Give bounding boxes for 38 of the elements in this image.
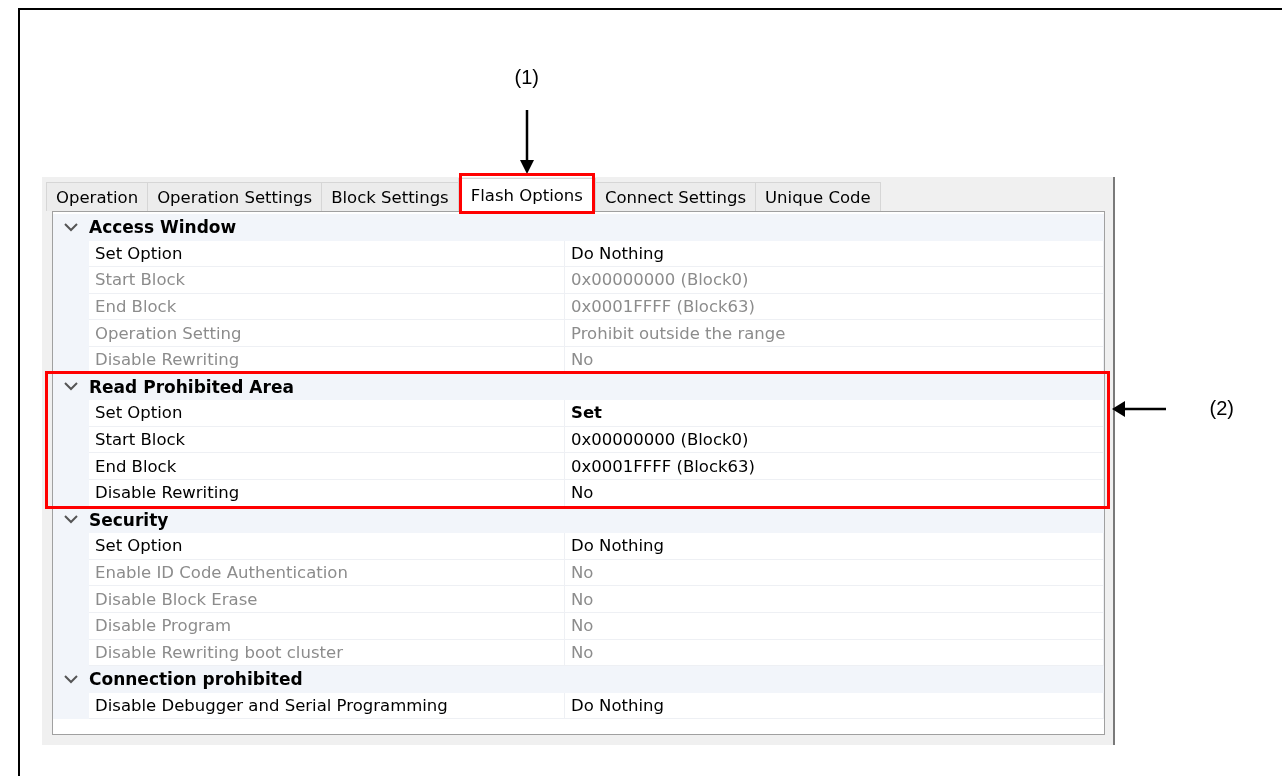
property-name: Disable Rewriting (89, 479, 565, 507)
property-value[interactable]: No (565, 479, 1104, 507)
property-name: End Block (89, 293, 565, 321)
property-name: End Block (89, 453, 565, 480)
left-arrow (1112, 400, 1166, 417)
tab[interactable]: Block Settings (321, 182, 459, 211)
property-name: Set Option (89, 400, 565, 427)
property-name: Set Option (89, 533, 565, 560)
chevron-down-icon[interactable] (64, 222, 78, 232)
section-title: Connection prohibited (89, 669, 303, 690)
chevron-down-icon[interactable] (64, 674, 78, 684)
property-name: Set Option (89, 240, 565, 268)
chevron-down-icon[interactable] (64, 382, 78, 392)
down-arrow (519, 110, 534, 174)
callout-label: (2) (1209, 396, 1234, 420)
property-name: Disable Program (89, 612, 565, 640)
property-name: Disable Debugger and Serial Programming (89, 692, 565, 720)
tab[interactable]: Connect Settings (594, 182, 757, 211)
property-name: Disable Rewriting boot cluster (89, 639, 565, 667)
property-name: Disable Block Erase (89, 586, 565, 613)
property-value[interactable]: Do Nothing (565, 240, 1104, 268)
property-value[interactable]: Do Nothing (565, 533, 1104, 560)
property-value[interactable]: Set (565, 400, 1104, 427)
property-name: Operation Setting (89, 320, 565, 347)
section-title: Read Prohibited Area (89, 376, 294, 397)
property-value[interactable]: Do Nothing (565, 692, 1104, 720)
property-name: Enable ID Code Authentication (89, 559, 565, 587)
tab[interactable]: Operation Settings (147, 182, 323, 211)
property-name: Start Block (89, 267, 565, 294)
section-title: Security (89, 509, 169, 530)
tab[interactable]: Operation (46, 182, 149, 211)
section-title: Access Window (89, 217, 237, 238)
property-value[interactable]: 0x0001FFFF (Block63) (565, 453, 1104, 480)
tab[interactable]: Unique Code (755, 182, 881, 211)
chevron-down-icon[interactable] (64, 515, 78, 525)
property-value[interactable]: 0x00000000 (Block0) (565, 426, 1104, 454)
property-name: Start Block (89, 426, 565, 454)
callout-label: (1) (514, 66, 539, 89)
